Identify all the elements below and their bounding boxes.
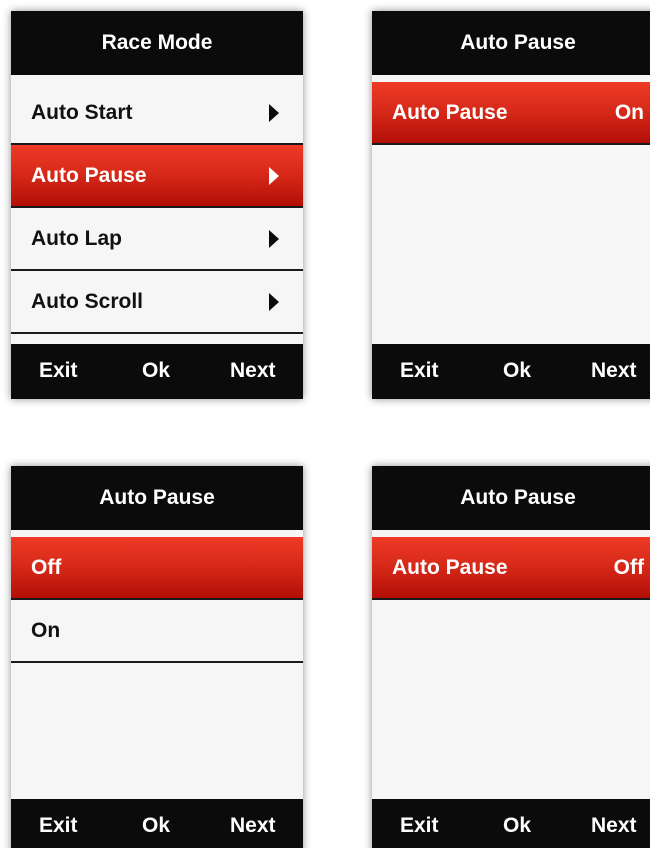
softkey-bar: Exit Ok Next [372, 344, 650, 399]
menu-item-label: Auto Start [31, 100, 133, 124]
exit-button[interactable]: Exit [39, 359, 78, 383]
option-label: Off [31, 555, 62, 579]
screen-title: Auto Pause [11, 466, 303, 530]
setting-value: Off [613, 555, 644, 579]
menu-list: Auto Start Auto Pause Auto Lap Auto Scro… [11, 75, 303, 334]
next-button[interactable]: Next [230, 359, 276, 383]
chevron-right-icon [269, 292, 279, 311]
menu-item-auto-lap[interactable]: Auto Lap [11, 208, 303, 271]
menu-list: Auto Pause Off [372, 530, 650, 600]
next-button[interactable]: Next [230, 814, 276, 838]
race-mode-screen: Race Mode Auto Start Auto Pause Auto Lap… [11, 11, 303, 399]
softkey-bar: Exit Ok Next [372, 799, 650, 848]
setting-label: Auto Pause [392, 555, 508, 579]
menu-item-label: Auto Lap [31, 226, 122, 250]
setting-auto-pause[interactable]: Auto Pause On [372, 82, 650, 145]
option-list: Off On [11, 530, 303, 663]
ok-button[interactable]: Ok [503, 359, 531, 383]
exit-button[interactable]: Exit [39, 814, 78, 838]
menu-item-auto-pause[interactable]: Auto Pause [11, 145, 303, 208]
setting-label: Auto Pause [392, 100, 508, 124]
option-off[interactable]: Off [11, 537, 303, 600]
next-button[interactable]: Next [591, 814, 637, 838]
softkey-bar: Exit Ok Next [11, 799, 303, 848]
auto-pause-status-screen: Auto Pause Auto Pause On Exit Ok Next [372, 11, 650, 399]
menu-item-label: Auto Scroll [31, 289, 144, 313]
exit-button[interactable]: Exit [400, 359, 439, 383]
screens-canvas: Race Mode Auto Start Auto Pause Auto Lap… [0, 0, 650, 848]
exit-button[interactable]: Exit [400, 814, 439, 838]
menu-list: Auto Pause On [372, 75, 650, 145]
chevron-right-icon [269, 166, 279, 185]
option-on[interactable]: On [11, 600, 303, 663]
ok-button[interactable]: Ok [142, 359, 170, 383]
chevron-right-icon [269, 103, 279, 122]
menu-item-auto-start[interactable]: Auto Start [11, 82, 303, 145]
auto-pause-status-screen: Auto Pause Auto Pause Off Exit Ok Next [372, 466, 650, 848]
ok-button[interactable]: Ok [142, 814, 170, 838]
setting-value: On [614, 100, 644, 124]
chevron-right-icon [269, 229, 279, 248]
screen-title: Auto Pause [372, 466, 650, 530]
menu-item-auto-scroll[interactable]: Auto Scroll [11, 271, 303, 334]
softkey-bar: Exit Ok Next [11, 344, 303, 399]
option-label: On [31, 618, 61, 642]
next-button[interactable]: Next [591, 359, 637, 383]
setting-auto-pause[interactable]: Auto Pause Off [372, 537, 650, 600]
ok-button[interactable]: Ok [503, 814, 531, 838]
auto-pause-options-screen: Auto Pause Off On Exit Ok Next [11, 466, 303, 848]
menu-item-label: Auto Pause [31, 163, 147, 187]
screen-title: Race Mode [11, 11, 303, 75]
screen-title: Auto Pause [372, 11, 650, 75]
